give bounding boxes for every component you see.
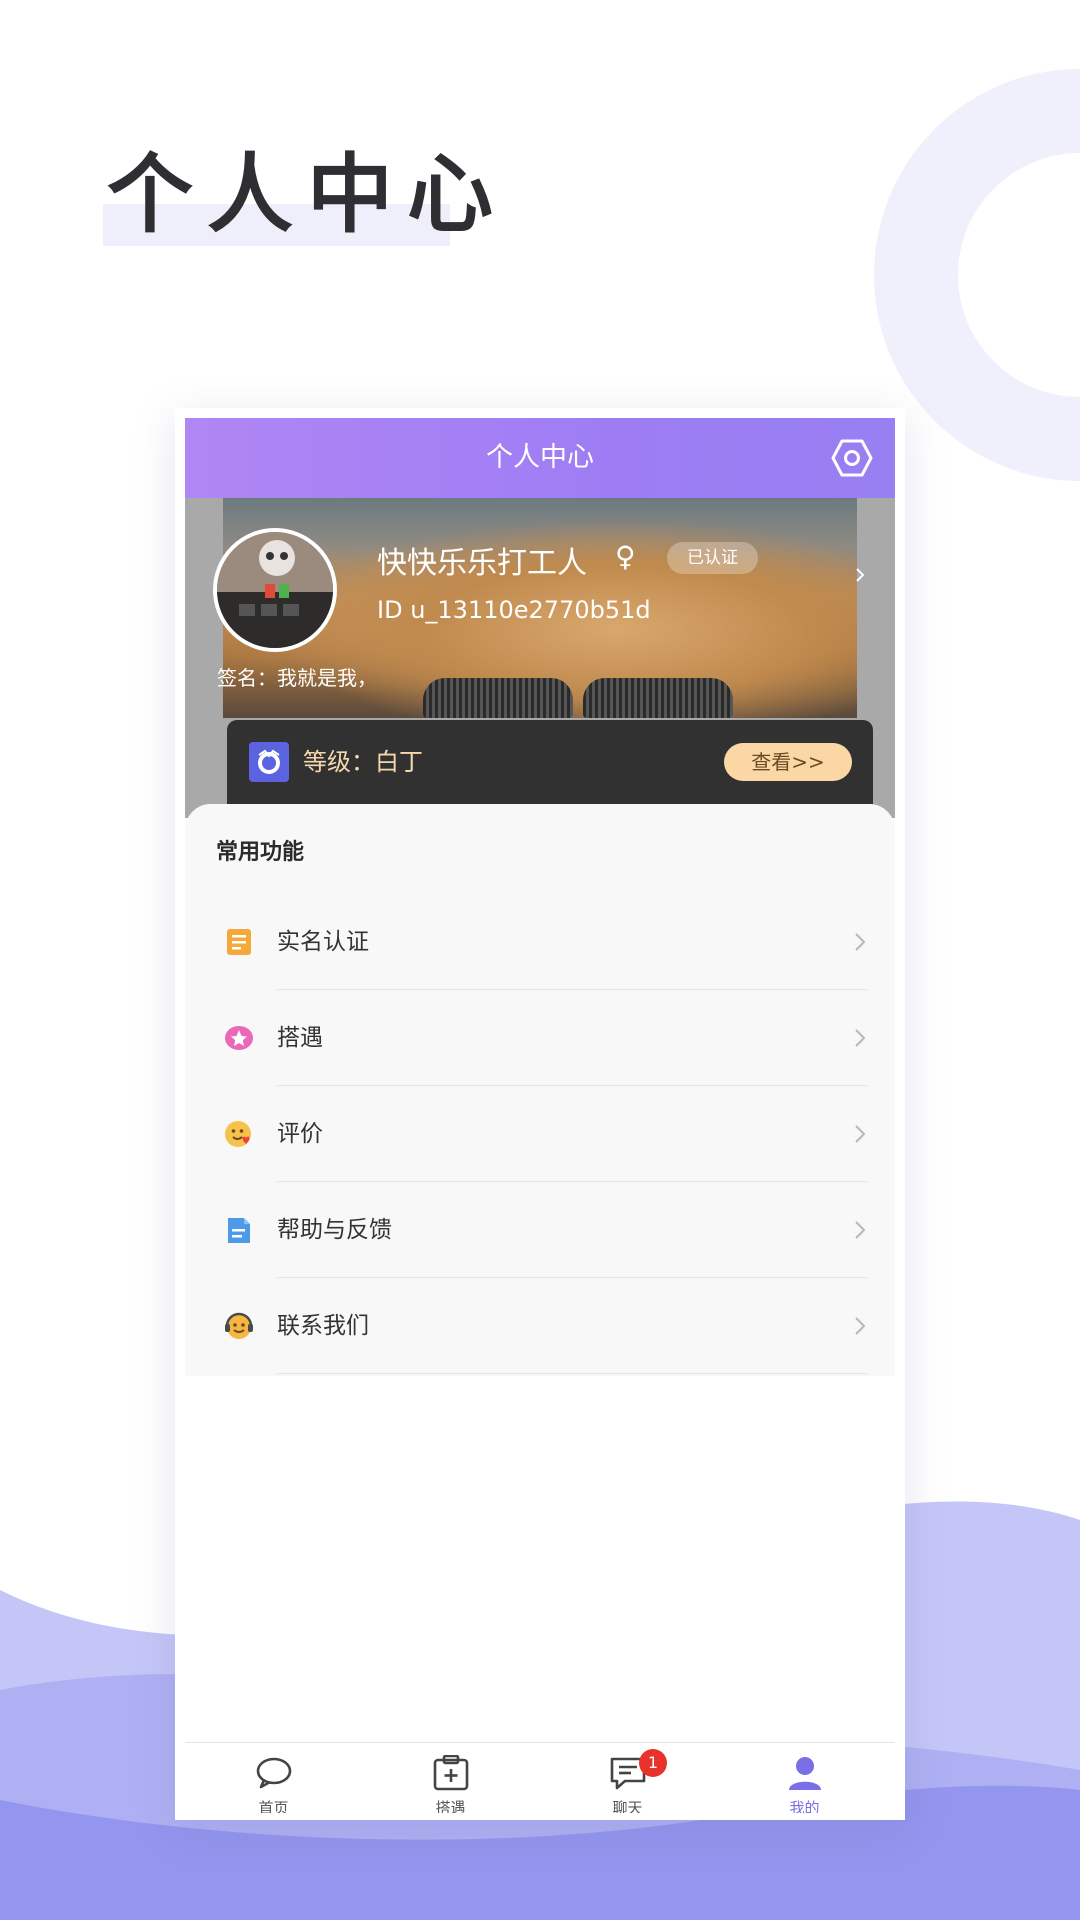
avatar[interactable]: [213, 528, 337, 652]
nickname: 快快乐乐打工人: [377, 546, 587, 581]
avatar-image: [217, 532, 333, 648]
menu-item-help-feedback[interactable]: 帮助与反馈: [185, 1182, 895, 1278]
menu-item-label: 联系我们: [277, 1313, 369, 1339]
level-emblem-icon: [249, 742, 289, 782]
tab-label: 搭遇: [435, 1799, 466, 1813]
chevron-right-icon: [855, 1125, 866, 1143]
document-icon: [228, 1218, 250, 1243]
divider: [277, 1373, 867, 1374]
headset-smiley-icon: [225, 1312, 253, 1339]
chevron-right-icon[interactable]: [853, 568, 867, 582]
chat-bubble-icon: [256, 1757, 292, 1789]
tab-label: 首页: [258, 1799, 289, 1813]
page-title: 个人中心: [107, 145, 507, 245]
menu-item-label: 帮助与反馈: [277, 1217, 392, 1243]
bottom-tab-bar: 首页 搭遇 1 聊天 我的: [185, 1742, 895, 1820]
level-bar: 等级：白丁 查看>>: [227, 720, 873, 814]
view-level-button[interactable]: 查看>>: [724, 743, 852, 781]
app-header: 个人中心: [185, 418, 895, 498]
menu-item-label: 搭遇: [277, 1025, 323, 1051]
phone-mockup: 个人中心 快快乐乐打工人 ♀ 已认证 ID u_13110e2770b51d 签…: [175, 408, 905, 1820]
level-label: 等级：白丁: [303, 748, 423, 776]
tab-mine[interactable]: 我的: [716, 1743, 893, 1820]
menu-item-dayu[interactable]: 搭遇: [185, 990, 895, 1086]
chevron-right-icon: [855, 1221, 866, 1239]
signature: 签名：我就是我，: [217, 666, 377, 690]
page-header: 个人中心: [103, 140, 507, 250]
menu-item-real-name-auth[interactable]: 实名认证: [185, 894, 895, 990]
tab-home[interactable]: 首页: [185, 1743, 362, 1820]
app-header-title: 个人中心: [486, 442, 594, 473]
tab-dayu[interactable]: 搭遇: [362, 1743, 539, 1820]
user-id: ID u_13110e2770b51d: [377, 596, 651, 624]
profile-section[interactable]: 快快乐乐打工人 ♀ 已认证 ID u_13110e2770b51d 签名：我就是…: [185, 498, 895, 818]
person-icon: [789, 1757, 821, 1790]
chevron-right-icon: [855, 933, 866, 951]
smiley-heart-icon: [225, 1121, 251, 1147]
car-grille-right: [583, 678, 733, 718]
function-list: 实名认证 搭遇 评价 帮助与反馈 联系我们: [185, 894, 895, 1374]
gender-female-icon: ♀: [615, 540, 636, 573]
settings-icon[interactable]: [831, 438, 873, 478]
section-title: 常用功能: [216, 840, 305, 865]
id-card-note-icon: [227, 929, 251, 955]
menu-item-label: 实名认证: [277, 929, 369, 955]
calendar-plus-icon: [433, 1755, 469, 1791]
menu-item-contact-us[interactable]: 联系我们: [185, 1278, 895, 1374]
menu-item-review[interactable]: 评价: [185, 1086, 895, 1182]
menu-item-label: 评价: [277, 1121, 323, 1147]
verified-badge: 已认证: [667, 542, 758, 574]
tab-chat[interactable]: 1 聊天: [539, 1743, 716, 1820]
functions-card: 常用功能 实名认证 搭遇 评价 帮助与反馈 联系我们: [185, 804, 895, 1376]
functions-panel: 常用功能 实名认证 搭遇 评价 帮助与反馈 联系我们: [185, 804, 895, 1820]
unread-badge: 1: [639, 1749, 667, 1777]
tab-label: 聊天: [612, 1799, 643, 1813]
tab-label: 我的: [789, 1799, 820, 1813]
chevron-right-icon: [855, 1317, 866, 1335]
car-grille-left: [423, 678, 573, 718]
chevron-right-icon: [855, 1029, 866, 1047]
pink-star-bubble-icon: [225, 1026, 253, 1050]
